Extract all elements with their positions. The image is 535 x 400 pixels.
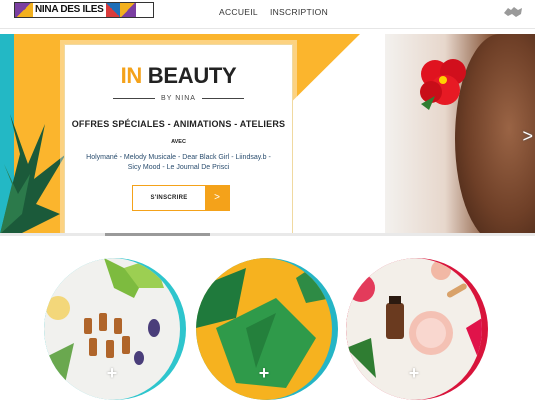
nav-accueil[interactable]: ACCUEIL [219, 7, 258, 17]
title-accent: IN [120, 63, 143, 88]
brand-logo[interactable]: NINA DES ILES [14, 2, 154, 18]
logo-shape [15, 3, 33, 17]
plus-icon: + [408, 363, 420, 383]
event-title: IN BEAUTY [65, 63, 292, 89]
slider-next-arrow[interactable]: > [522, 126, 533, 147]
guests-line-2: Sicy Mood - Le Journal De Prisci [127, 164, 230, 171]
event-byline: BY NINA [65, 95, 292, 102]
main-nav: ACCUEIL INSCRIPTION [219, 7, 328, 17]
promo-card: IN BEAUTY BY NINA OFFRES SPÉCIALES - ANI… [64, 44, 293, 234]
chevron-right-icon: > [205, 186, 229, 210]
slider-progress-track [0, 233, 535, 236]
guests-line-1: Holymané - Melody Musicale - Dear Black … [86, 154, 271, 161]
hero-slider: > IN BEAUTY BY NINA OFFRES SPÉCIALES - A… [0, 34, 535, 234]
tile-leaves[interactable]: + [196, 258, 338, 400]
site-header: NINA DES ILES ACCUEIL INSCRIPTION [0, 0, 535, 28]
user-handshake-icon[interactable] [503, 5, 523, 19]
logo-shape [119, 3, 136, 17]
event-avec-label: AVEC [171, 139, 186, 145]
palm-leaf-image [0, 114, 66, 234]
title-rest: BEAUTY [147, 63, 237, 88]
logo-text: NINA DES ILES [35, 4, 104, 15]
tile-cosmetics[interactable]: + [346, 258, 488, 400]
plus-icon: + [258, 363, 270, 383]
nav-inscription[interactable]: INSCRIPTION [270, 7, 328, 17]
tile-serums[interactable]: + [44, 258, 186, 400]
hibiscus-flower-image [420, 59, 466, 110]
serums-image: + [44, 258, 180, 400]
byline-text: BY NINA [161, 95, 196, 102]
plus-icon: + [106, 363, 118, 383]
divider-line [201, 97, 244, 99]
logo-shape [105, 3, 120, 17]
cosmetics-image: + [346, 258, 482, 400]
leaves-image: + [196, 258, 332, 400]
event-guests: Holymané - Melody Musicale - Dear Black … [79, 153, 278, 173]
event-offers: OFFRES SPÉCIALES - ANIMATIONS - ATELIERS [71, 119, 286, 129]
slider-progress-bar [105, 233, 210, 236]
inscrire-button-label: S'INSCRIRE [150, 195, 188, 201]
woman-hero-image [385, 34, 535, 234]
divider-line [113, 97, 156, 99]
header-divider [0, 28, 535, 29]
inscrire-button[interactable]: S'INSCRIRE > [132, 185, 230, 211]
